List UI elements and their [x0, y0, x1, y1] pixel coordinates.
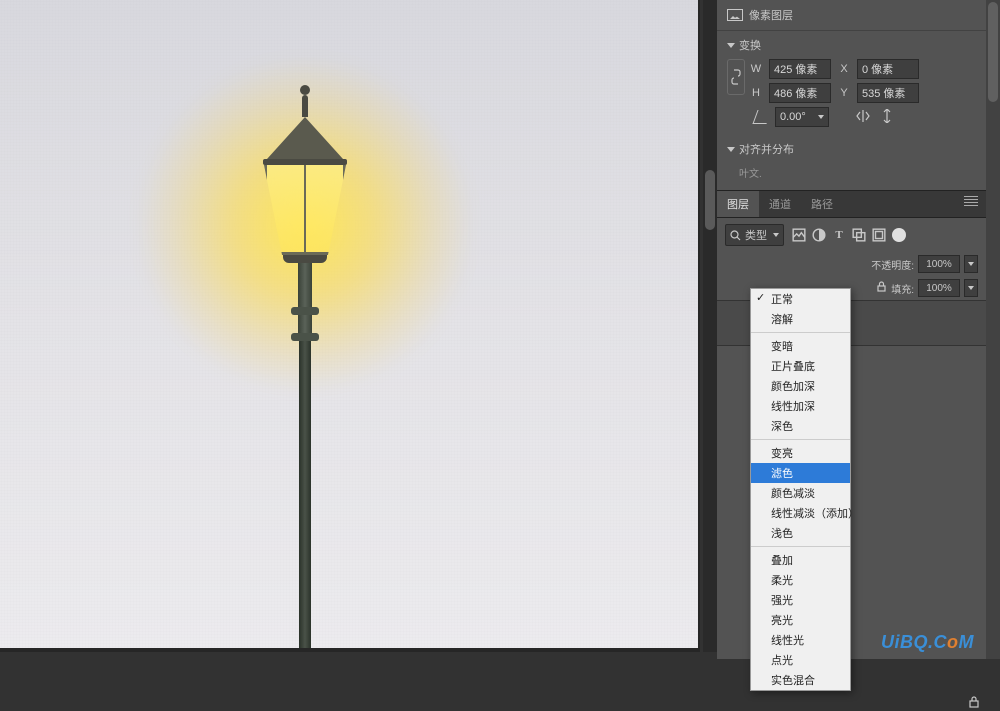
blend-mode-item[interactable]: 实色混合 — [751, 670, 850, 690]
width-label: W — [749, 63, 763, 75]
align-subtext: 叶文. — [717, 163, 986, 190]
width-input[interactable] — [769, 59, 831, 79]
opacity-value[interactable]: 100% — [918, 255, 960, 273]
menu-separator — [751, 439, 850, 440]
filter-smartobject-icon[interactable] — [872, 228, 886, 242]
layers-panel-tabs: 图层 通道 路径 — [717, 190, 986, 218]
transform-controls: W X H Y 0.00° — [717, 59, 986, 135]
blend-mode-item[interactable]: 颜色加深 — [751, 376, 850, 396]
blend-mode-item[interactable]: 深色 — [751, 416, 850, 436]
right-panel: 像素图层 变换 W X H — [717, 0, 1000, 659]
lock-all-icon[interactable] — [876, 281, 887, 295]
filter-pixel-icon[interactable] — [792, 228, 806, 242]
blend-mode-item[interactable]: 浅色 — [751, 523, 850, 543]
watermark: UiBQ.CoM — [881, 632, 974, 653]
filter-toggle-dot[interactable] — [892, 228, 906, 242]
pixel-layer-label: 像素图层 — [749, 7, 793, 23]
chevron-down-icon — [727, 43, 735, 48]
filter-shape-icon[interactable] — [852, 228, 866, 242]
blend-mode-item[interactable]: 颜色减淡 — [751, 483, 850, 503]
align-title: 对齐并分布 — [739, 141, 794, 157]
canvas-vertical-scrollbar[interactable] — [703, 0, 717, 652]
x-input[interactable] — [857, 59, 919, 79]
height-label: H — [749, 87, 763, 99]
filter-type-icon[interactable]: T — [832, 228, 846, 242]
blend-mode-item[interactable]: 线性加深 — [751, 396, 850, 416]
flip-horizontal-button[interactable] — [855, 109, 871, 126]
blend-mode-dropdown: 正常溶解变暗正片叠底颜色加深线性加深深色变亮滤色颜色减淡线性减淡（添加）浅色叠加… — [750, 288, 851, 691]
align-section-header[interactable]: 对齐并分布 — [717, 135, 986, 163]
blend-mode-item[interactable]: 强光 — [751, 590, 850, 610]
chevron-down-icon — [727, 147, 735, 152]
layer-filter-row: 类型 T — [717, 218, 986, 252]
menu-separator — [751, 546, 850, 547]
blend-mode-item[interactable]: 线性光 — [751, 630, 850, 650]
blend-mode-item[interactable]: 叠加 — [751, 550, 850, 570]
opacity-dropdown[interactable] — [964, 255, 978, 273]
blend-mode-item[interactable]: 变暗 — [751, 336, 850, 356]
blend-mode-item[interactable]: 正片叠底 — [751, 356, 850, 376]
blend-mode-item[interactable]: 亮光 — [751, 610, 850, 630]
blend-mode-item[interactable]: 正常 — [751, 289, 850, 309]
document-canvas[interactable] — [0, 0, 698, 648]
canvas-area — [0, 0, 700, 652]
background-lock-icon — [968, 696, 980, 711]
transform-section-header[interactable]: 变换 — [717, 31, 986, 59]
x-label: X — [837, 63, 851, 75]
blend-mode-item[interactable]: 柔光 — [751, 570, 850, 590]
blend-mode-item[interactable]: 点光 — [751, 650, 850, 670]
scrollbar-thumb[interactable] — [705, 170, 715, 230]
blend-mode-item[interactable]: 变亮 — [751, 443, 850, 463]
height-input[interactable] — [769, 83, 831, 103]
fill-value[interactable]: 100% — [918, 279, 960, 297]
properties-panel: 像素图层 — [717, 0, 986, 31]
streetlamp-graphic — [240, 85, 370, 648]
layer-type-filter[interactable]: 类型 — [725, 224, 784, 246]
fill-dropdown[interactable] — [964, 279, 978, 297]
blend-mode-item[interactable]: 溶解 — [751, 309, 850, 329]
panel-vertical-scrollbar[interactable] — [986, 0, 1000, 659]
flip-vertical-button[interactable] — [879, 109, 895, 126]
angle-icon — [752, 110, 771, 124]
pixel-layer-icon — [727, 9, 743, 21]
blend-mode-item[interactable]: 滤色 — [751, 463, 850, 483]
fill-label: 填充: — [891, 281, 914, 296]
y-label: Y — [837, 87, 851, 99]
panel-menu-button[interactable] — [956, 191, 986, 217]
blend-mode-item[interactable]: 线性减淡（添加） — [751, 503, 850, 523]
menu-separator — [751, 332, 850, 333]
tab-paths[interactable]: 路径 — [801, 191, 843, 217]
link-dimensions-button[interactable] — [727, 59, 745, 95]
y-input[interactable] — [857, 83, 919, 103]
rotation-input[interactable]: 0.00° — [775, 107, 829, 127]
transform-title: 变换 — [739, 37, 761, 53]
tab-channels[interactable]: 通道 — [759, 191, 801, 217]
filter-adjustment-icon[interactable] — [812, 228, 826, 242]
opacity-label: 不透明度: — [871, 257, 914, 272]
tab-layers[interactable]: 图层 — [717, 191, 759, 217]
